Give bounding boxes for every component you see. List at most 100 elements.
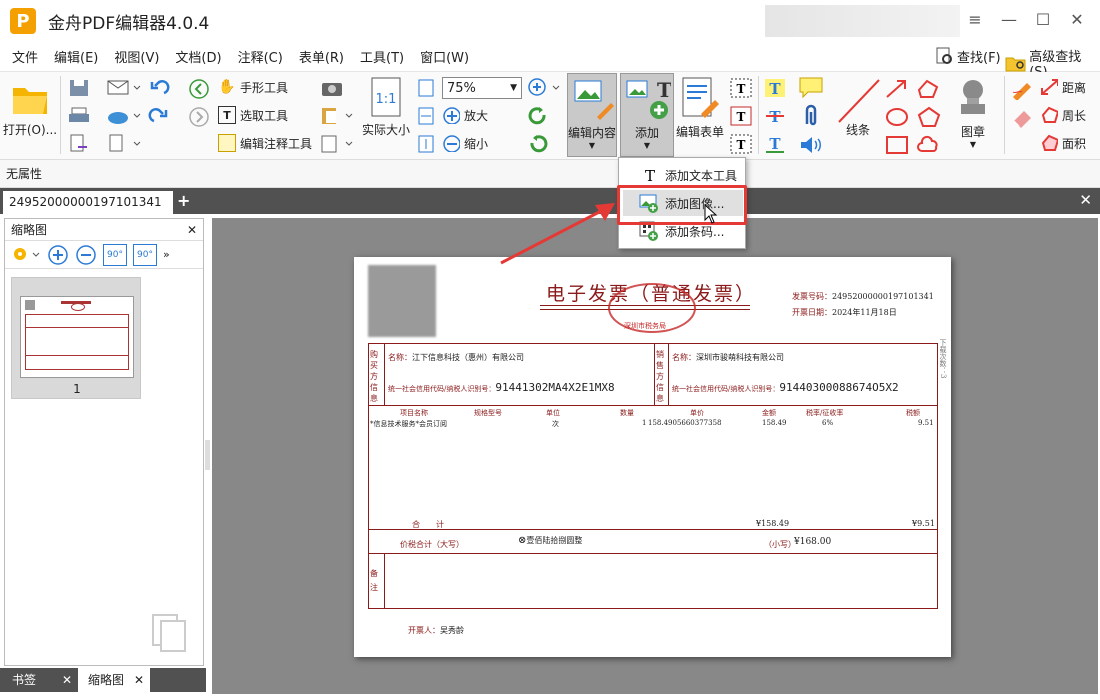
fit-visible-icon[interactable]: [416, 134, 436, 154]
cloud-icon[interactable]: [106, 106, 142, 126]
total-amount: ¥158.49: [756, 519, 790, 528]
more-options-icon[interactable]: »: [163, 248, 170, 261]
area-button[interactable]: 面积: [1040, 134, 1086, 152]
drawer-label: 开票人：: [408, 626, 440, 635]
polygon-icon[interactable]: [916, 106, 942, 128]
page-thumbnail[interactable]: 1: [11, 277, 141, 399]
rectangle-icon[interactable]: [884, 134, 910, 156]
fit-page-icon[interactable]: [416, 78, 436, 98]
attachment-icon[interactable]: [800, 104, 822, 128]
panel-splitter[interactable]: [205, 440, 210, 470]
eraser-icon[interactable]: [1010, 106, 1036, 128]
new-tab-icon[interactable]: +: [177, 191, 190, 210]
pencil-icon[interactable]: [1010, 78, 1036, 100]
new-document-icon[interactable]: [106, 134, 142, 154]
hand-tool-button[interactable]: ✋ 手形工具: [218, 78, 288, 96]
print-icon[interactable]: [68, 106, 90, 126]
enlarge-thumbnail-icon[interactable]: [47, 244, 69, 266]
zoom-select[interactable]: 75% ▼: [442, 77, 522, 99]
edit-form-button[interactable]: 编辑表单: [674, 76, 726, 140]
polyline-icon[interactable]: [916, 78, 942, 100]
thumbnails-tab[interactable]: 缩略图 ✕: [78, 668, 150, 692]
thumbnail-page-preview: [20, 296, 134, 378]
perimeter-button[interactable]: 周长: [1040, 106, 1086, 124]
back-icon[interactable]: [188, 78, 210, 100]
callout-icon[interactable]: T: [730, 134, 752, 154]
zoom-out-button[interactable]: 缩小: [442, 134, 488, 152]
rotate-left-icon[interactable]: 90°: [103, 243, 127, 266]
rotate-right-icon[interactable]: 90°: [133, 243, 157, 266]
bookmarks-tab[interactable]: 书签 ✕: [2, 668, 78, 692]
close-button[interactable]: ✕: [1060, 6, 1094, 34]
shrink-thumbnail-icon[interactable]: [75, 244, 97, 266]
cloud-shape-icon[interactable]: [916, 134, 942, 156]
export-icon[interactable]: [68, 134, 90, 154]
thumbnail-panel: 缩略图 ✕ 90° 90° » 1: [4, 218, 204, 666]
menu-tools[interactable]: 工具(T): [352, 47, 412, 66]
maximize-button[interactable]: ☐: [1026, 6, 1060, 34]
buyer-name-label: 名称：: [388, 353, 412, 362]
menu-window[interactable]: 窗口(W): [412, 47, 477, 66]
edit-form-icon: [682, 77, 719, 118]
email-icon[interactable]: [106, 78, 142, 98]
menu-edit[interactable]: 编辑(E): [46, 47, 106, 66]
close-tab-icon[interactable]: ✕: [134, 668, 144, 692]
close-tab-icon[interactable]: ✕: [1079, 191, 1092, 209]
highlight-box: [617, 185, 747, 225]
rotate-cw-icon[interactable]: [527, 106, 549, 128]
sound-icon[interactable]: [798, 134, 824, 156]
zoom-in-label: 放大: [464, 108, 489, 123]
find-button[interactable]: 查找(F): [934, 46, 1004, 66]
menu-view[interactable]: 视图(V): [106, 47, 167, 66]
drawer-name: 吴秀龄: [440, 626, 464, 635]
svg-text:T: T: [645, 167, 655, 185]
menu-icon[interactable]: ≡: [958, 6, 992, 34]
text-field-icon[interactable]: T: [730, 78, 752, 98]
chevron-down-icon: ▼: [643, 141, 651, 150]
menu-file[interactable]: 文件: [4, 47, 46, 66]
area-icon: [1041, 134, 1058, 151]
text-box-icon[interactable]: T: [730, 106, 752, 126]
clipboard-icon[interactable]: [320, 106, 354, 126]
zoom-in-icon: [443, 107, 460, 124]
zoom-tool-icon[interactable]: [527, 77, 563, 99]
buyer-side-label: 购买方信息: [370, 350, 378, 403]
line-button[interactable]: 线条: [832, 76, 884, 146]
undo-icon[interactable]: [148, 78, 182, 98]
arrow-icon[interactable]: [884, 78, 910, 100]
menu-form[interactable]: 表单(R): [291, 47, 352, 66]
ellipse-icon[interactable]: [884, 106, 910, 128]
edit-annotation-tool-button[interactable]: 编辑注释工具: [218, 134, 312, 152]
select-tool-button[interactable]: T 选取工具: [218, 106, 288, 124]
pdf-page[interactable]: 电子发票（普通发票） 深圳市税务局 发票号码：24952000000197101…: [354, 257, 951, 657]
stamp-button[interactable]: 图章 ▼: [944, 76, 1002, 149]
settings-gear-icon[interactable]: [11, 245, 41, 265]
edit-content-button[interactable]: 编辑内容 ▼: [567, 73, 617, 157]
add-button[interactable]: T 添加 ▼: [620, 73, 674, 157]
save-icon[interactable]: [68, 78, 90, 98]
red-arrow-annotation: [500, 203, 615, 265]
redo-icon[interactable]: [148, 106, 182, 126]
close-panel-icon[interactable]: ✕: [187, 219, 197, 241]
menu-comment[interactable]: 注释(C): [230, 47, 291, 66]
zoom-in-button[interactable]: 放大: [442, 106, 488, 124]
edit-form-label: 编辑表单: [675, 125, 724, 139]
grand-total-label: 价税合计（大写）: [400, 540, 464, 549]
distance-button[interactable]: 距离: [1040, 78, 1086, 96]
svg-text:T: T: [769, 135, 781, 153]
fit-width-icon[interactable]: [416, 106, 436, 126]
strikeout-icon[interactable]: T: [764, 106, 786, 126]
camera-icon[interactable]: [320, 78, 346, 98]
highlight-text-icon[interactable]: T: [764, 78, 786, 98]
close-tab-icon[interactable]: ✕: [62, 668, 72, 692]
underline-icon[interactable]: T: [764, 134, 786, 154]
rotate-ccw-icon[interactable]: [527, 134, 549, 156]
forward-icon[interactable]: [188, 106, 210, 128]
note-icon[interactable]: [798, 76, 824, 98]
minimize-button[interactable]: —: [992, 6, 1026, 34]
actual-size-button[interactable]: 1:1 实际大小: [360, 76, 412, 138]
menu-document[interactable]: 文档(D): [167, 47, 229, 66]
open-button[interactable]: 打开(O)...: [2, 78, 58, 138]
document-tab[interactable]: 24952000000197101341: [3, 191, 173, 214]
page-layout-icon[interactable]: [320, 134, 354, 154]
